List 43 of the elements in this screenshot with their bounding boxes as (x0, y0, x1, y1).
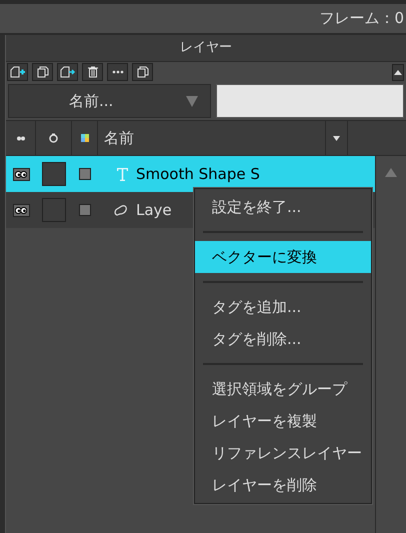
layer-thumbnail (42, 198, 66, 222)
toolbar-button[interactable] (82, 63, 103, 81)
color-swatch (79, 168, 91, 180)
layer-name: Smooth Shape S (136, 164, 260, 185)
menu-item[interactable]: 設定を終了... (195, 191, 371, 223)
layer-name: Laye (136, 200, 172, 221)
vector-layer-icon (114, 204, 128, 216)
layer-row[interactable]: Smooth Shape S (6, 156, 375, 192)
collapse-button[interactable] (392, 64, 404, 80)
color-label-icon (80, 134, 88, 142)
color-swatch (79, 204, 91, 216)
menu-item[interactable]: レイヤーを削除 (195, 469, 371, 501)
toolbar-button[interactable] (107, 63, 128, 81)
eye-icon (16, 136, 24, 140)
menu-item[interactable]: タグを削除... (195, 323, 371, 355)
more-icon (112, 70, 124, 74)
menu-item[interactable]: タグを追加... (195, 291, 371, 323)
toolbar-button[interactable] (7, 63, 28, 81)
eye-toggle[interactable] (12, 168, 30, 180)
copy-icon (36, 66, 48, 78)
column-header: 名前 (98, 121, 326, 155)
text-layer-icon (117, 168, 128, 180)
menu-item[interactable]: ベクターに変換 (195, 241, 371, 273)
toolbar-button[interactable] (32, 63, 53, 81)
toolbar-button[interactable] (57, 63, 78, 81)
panel-title: レイヤー (6, 35, 406, 62)
frame-label: フレーム：0 (319, 8, 404, 30)
menu-item[interactable]: 選択領域をグループ (195, 373, 371, 405)
add-layer-icon (10, 66, 26, 78)
toolbar-button[interactable] (132, 63, 153, 81)
move-layer-icon (60, 66, 76, 78)
menu-item[interactable]: リファレンスレイヤー (195, 437, 371, 469)
caret-up-icon (394, 70, 402, 74)
trash-icon (88, 66, 98, 78)
search-field[interactable] (216, 84, 404, 118)
menu-item[interactable]: レイヤーを複製 (195, 405, 371, 437)
eye-toggle[interactable] (12, 204, 30, 216)
layer-thumbnail (42, 162, 66, 186)
filter-dropdown[interactable]: 名前... (8, 84, 211, 118)
lock-icon (49, 133, 58, 143)
caret-down-icon (333, 136, 340, 140)
caret-down-icon (186, 96, 198, 106)
copy-icon (136, 66, 148, 78)
